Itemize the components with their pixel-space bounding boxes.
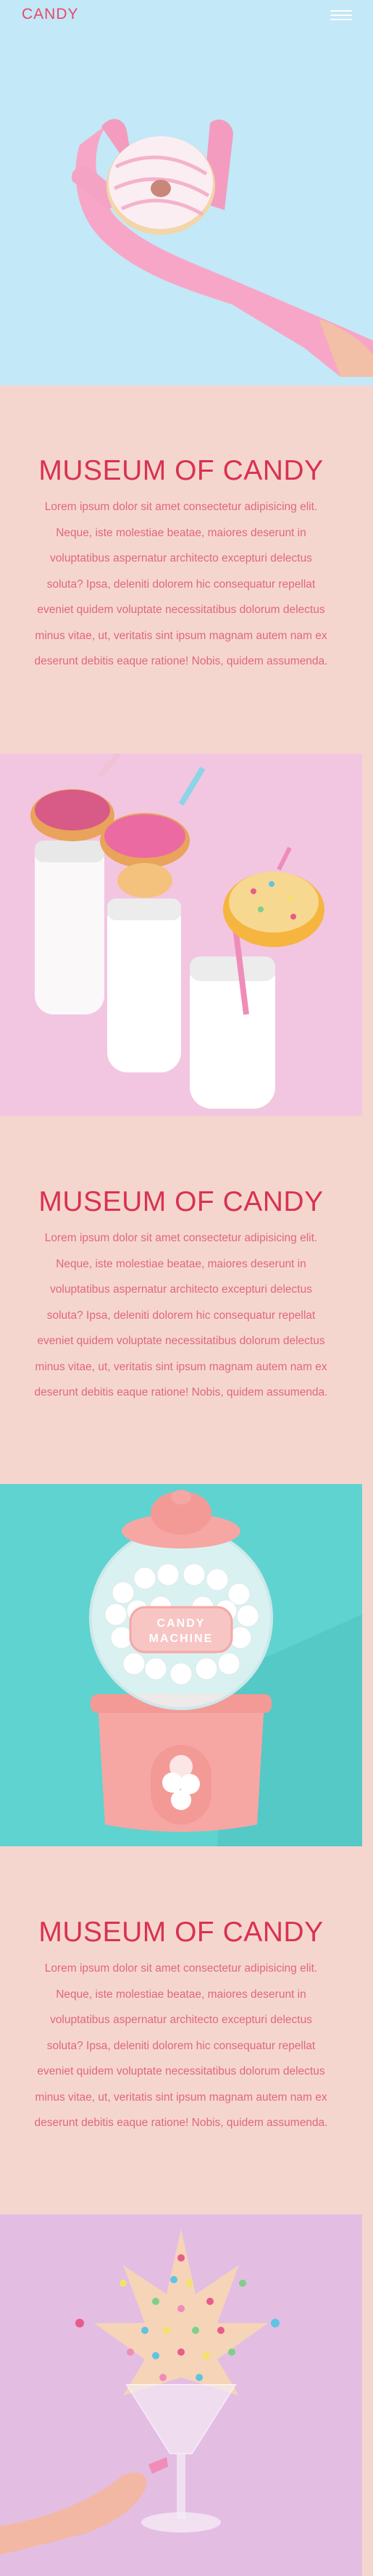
section-title: MUSEUM OF CANDY <box>38 1917 324 1948</box>
brand-logo[interactable]: CANDY <box>22 6 79 23</box>
hamburger-menu-icon[interactable] <box>330 7 352 23</box>
glove-donut-illustration <box>0 0 373 385</box>
sprinkles-glass-photo <box>0 2214 362 2576</box>
section-body: Lorem ipsum dolor sit amet consectetur a… <box>34 1232 328 1399</box>
middle-section: MUSEUM OF CANDY Lorem ipsum dolor sit am… <box>0 1186 362 1406</box>
gumball-label-line2: MACHINE <box>149 1633 214 1645</box>
photo-gutter <box>362 1484 373 1846</box>
bottom-section: MUSEUM OF CANDY Lorem ipsum dolor sit am… <box>0 1917 362 2136</box>
section-title: MUSEUM OF CANDY <box>38 1186 324 1217</box>
hero-image: CANDY <box>0 0 373 385</box>
section-body: Lorem ipsum dolor sit amet consectetur a… <box>34 1962 328 2129</box>
section-title: MUSEUM OF CANDY <box>38 455 324 486</box>
photo-gutter <box>362 754 373 1116</box>
intro-section: MUSEUM OF CANDY Lorem ipsum dolor sit am… <box>0 455 362 675</box>
gumball-label-line1: CANDY <box>157 1617 206 1630</box>
gumball-machine-photo: CANDY MACHINE <box>0 1484 362 1846</box>
donut-milk-illustration <box>0 754 362 1116</box>
gumball-machine-illustration: CANDY MACHINE <box>0 1484 362 1846</box>
section-body: Lorem ipsum dolor sit amet consectetur a… <box>34 501 328 667</box>
sprinkles-glass-illustration <box>0 2214 362 2576</box>
photo-gutter <box>362 2214 373 2576</box>
donut-milk-photo <box>0 754 362 1116</box>
